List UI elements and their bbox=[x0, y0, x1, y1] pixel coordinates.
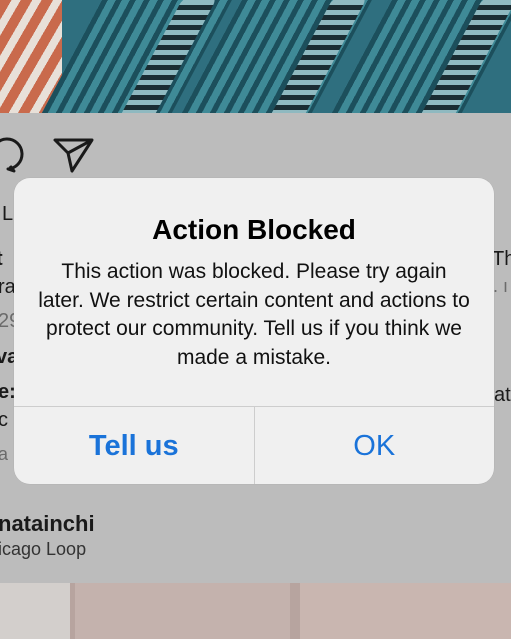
tell-us-button[interactable]: Tell us bbox=[14, 407, 254, 484]
feed-partial-text: Th bbox=[492, 248, 511, 270]
action-blocked-alert: Action Blocked This action was blocked. … bbox=[14, 178, 494, 484]
share-icon[interactable] bbox=[52, 136, 96, 174]
feed-partial-text: a bbox=[0, 444, 9, 464]
comment-icon[interactable] bbox=[0, 134, 24, 174]
photo-panel bbox=[300, 583, 511, 639]
feed-partial-text: c bbox=[0, 409, 8, 431]
ok-button[interactable]: OK bbox=[253, 407, 495, 484]
feed-partial-text: t bbox=[0, 248, 3, 271]
feed-partial-text: at bbox=[494, 384, 511, 406]
photo-panel bbox=[75, 583, 290, 639]
feed-partial-text: L bbox=[2, 203, 14, 225]
post-location[interactable]: icago Loop bbox=[0, 539, 86, 560]
alert-title: Action Blocked bbox=[152, 214, 356, 245]
feed-partial-text: . ı bbox=[493, 276, 509, 296]
post-username[interactable]: natainchi bbox=[0, 511, 95, 537]
post-photo-top[interactable] bbox=[0, 0, 511, 113]
post-photo-bottom[interactable] bbox=[0, 583, 511, 639]
alert-message: This action was blocked. Please try agai… bbox=[38, 260, 470, 369]
alert-button-row: Tell us OK bbox=[14, 406, 494, 484]
photo-panel bbox=[0, 583, 70, 639]
